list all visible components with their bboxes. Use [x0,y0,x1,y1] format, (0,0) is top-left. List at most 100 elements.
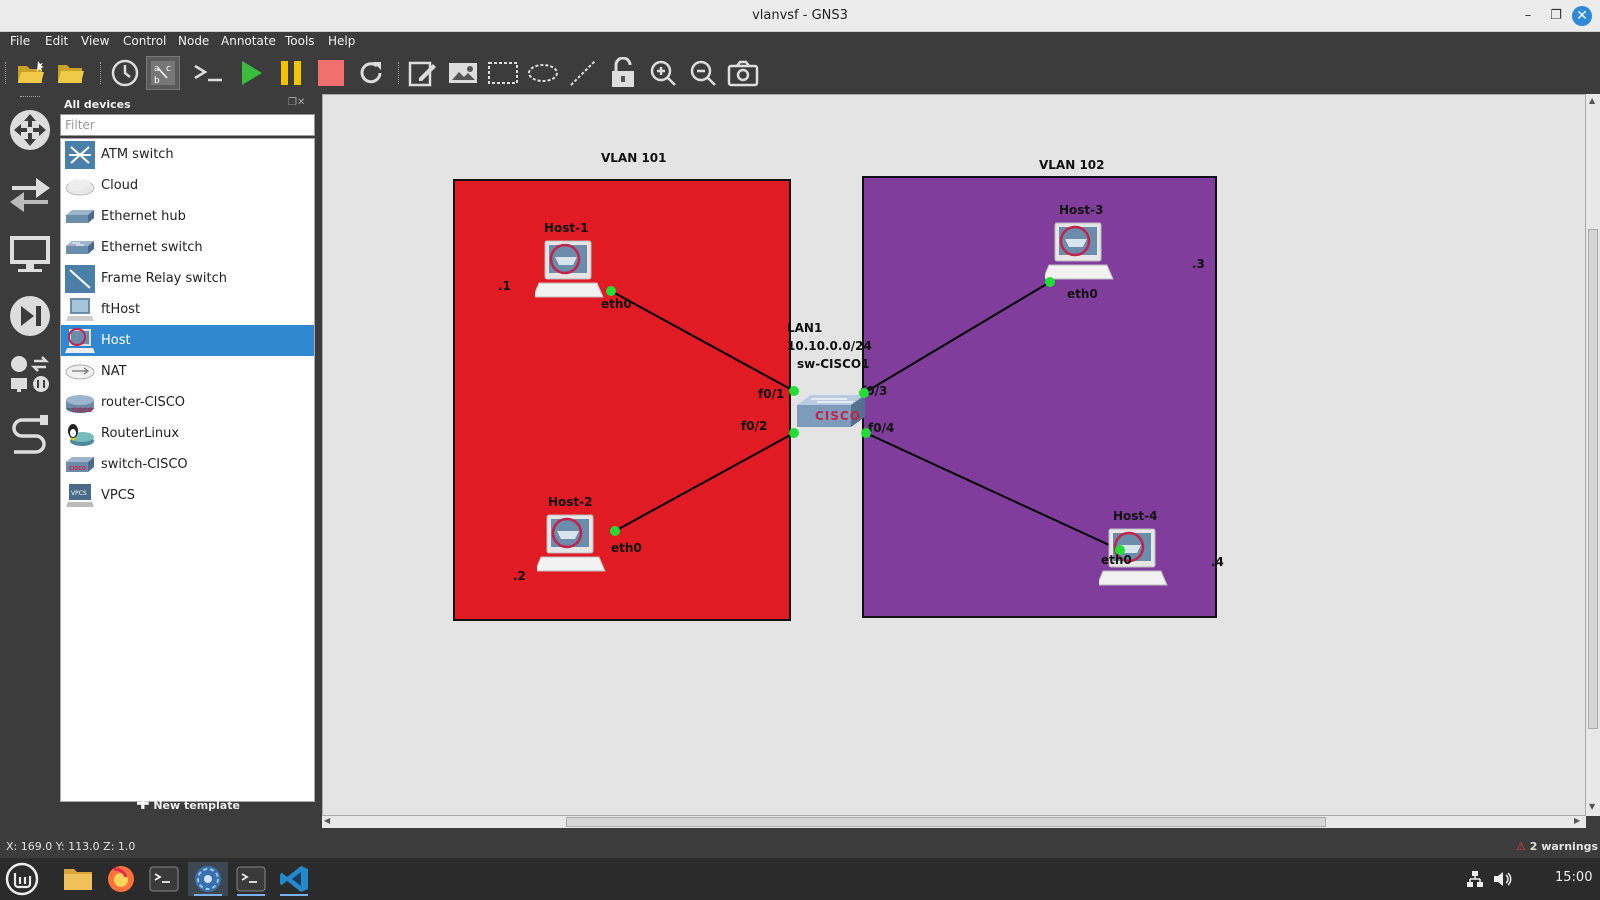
mint-menu-icon[interactable] [2,862,42,896]
link-host2[interactable] [614,432,795,532]
routers-category-icon[interactable] [6,106,54,154]
link-endpoint-indicator [859,388,869,398]
switch-node[interactable]: CISCO [793,391,867,433]
console-icon[interactable] [192,56,226,90]
device-item[interactable]: Frame Relay switch [61,263,314,294]
link-host1[interactable] [610,290,795,392]
link-endpoint-indicator [789,386,799,396]
device-item[interactable]: CISCO router-CISCO [61,387,314,418]
zoom-out-icon[interactable] [686,56,720,90]
draw-ellipse-icon[interactable] [526,56,560,90]
new-template-button[interactable]: ✚ New template [60,794,316,814]
scroll-up-icon[interactable]: ▲ [1589,96,1595,105]
stop-icon[interactable] [314,56,348,90]
firefox-icon[interactable] [101,862,141,896]
snapshot-icon[interactable] [108,56,142,90]
host2-name[interactable]: Host-2 [548,495,593,509]
warnings-indicator[interactable]: ⚠ 2 warnings [1516,840,1598,853]
start-icon[interactable] [234,56,268,90]
link-host3[interactable] [863,281,1051,394]
device-label: Ethernet switch [101,240,203,255]
menu-help[interactable]: Help [328,34,355,48]
menu-node[interactable]: Node [178,34,209,48]
terminal-icon[interactable] [231,862,271,896]
add-note-icon[interactable] [405,56,439,90]
svg-text:CISCO: CISCO [69,466,86,472]
workspace: VLAN 101 VLAN 102 CISCO LAN1 10.10.0.0/2… [322,94,1600,816]
lan-subnet-label[interactable]: 10.10.0.0/24 [787,339,872,353]
new-project-icon[interactable] [14,56,48,90]
open-project-icon[interactable] [54,56,88,90]
menu-control[interactable]: Control [123,34,166,48]
security-devices-category-icon[interactable] [6,292,54,340]
device-label: ftHost [101,302,141,317]
device-item[interactable]: CISCO switch-CISCO [61,449,314,480]
toolbar-grip[interactable] [20,96,40,99]
device-item[interactable]: Cloud [61,170,314,201]
insert-picture-icon[interactable] [446,56,480,90]
reload-icon[interactable] [354,56,388,90]
volume-icon[interactable] [1492,870,1512,892]
screenshot-icon[interactable] [726,56,760,90]
vertical-scroll-thumb[interactable] [1588,229,1598,729]
device-item[interactable]: RouterLinux [61,418,314,449]
host4-name[interactable]: Host-4 [1113,509,1158,523]
host3-ip-label[interactable]: .3 [1192,257,1205,271]
menu-annotate[interactable]: Annotate [221,34,276,48]
network-icon[interactable] [1466,870,1484,892]
filter-input[interactable] [60,114,315,136]
vpcs-icon: VPCS [63,481,97,511]
lock-icon[interactable] [606,56,640,90]
topology-canvas[interactable]: VLAN 101 VLAN 102 CISCO LAN1 10.10.0.0/2… [322,94,1586,816]
close-button[interactable]: ✕ [1572,6,1592,26]
end-devices-category-icon[interactable] [6,232,54,276]
minimize-button[interactable]: – [1518,6,1538,26]
host1-name[interactable]: Host-1 [544,221,589,235]
horizontal-scroll-thumb[interactable] [566,817,1326,827]
panel-float-close-buttons[interactable]: ❐✕ [288,97,305,108]
show-interface-labels-icon[interactable]: acb [146,56,180,90]
device-item[interactable]: ATM switch [61,139,314,170]
clock[interactable]: 15:00 [1555,870,1592,885]
link-host4[interactable] [865,432,1121,551]
host3-node[interactable] [1042,221,1117,287]
host1-node[interactable] [532,239,607,305]
host1-ip-label[interactable]: .1 [498,279,511,293]
toolbar-grip[interactable] [5,62,8,84]
host4-iface-label: eth0 [1101,553,1132,567]
device-item[interactable]: NAT [61,356,314,387]
vertical-scrollbar[interactable]: ▲ ▼ [1586,94,1600,816]
device-item[interactable]: VPCS VPCS [61,480,314,511]
scroll-down-icon[interactable]: ▼ [1589,802,1595,811]
host2-node[interactable] [534,513,609,579]
device-item[interactable]: Ethernet switch [61,232,314,263]
all-devices-category-icon[interactable] [6,354,54,394]
horizontal-scrollbar[interactable]: ◀ ▶ [322,816,1586,828]
menu-edit[interactable]: Edit [45,34,68,48]
files-icon[interactable] [58,862,98,896]
suspend-icon[interactable] [274,56,308,90]
scroll-left-icon[interactable]: ◀ [324,816,330,825]
scroll-right-icon[interactable]: ▶ [1574,816,1580,825]
maximize-button[interactable]: ❐ [1546,6,1566,26]
lan-name-label[interactable]: LAN1 [787,321,822,335]
draw-rectangle-icon[interactable] [486,56,520,90]
device-item[interactable]: Ethernet hub [61,201,314,232]
host4-ip-label[interactable]: .4 [1211,555,1224,569]
vscode-icon[interactable] [274,862,314,896]
draw-line-icon[interactable] [566,56,600,90]
zoom-in-icon[interactable] [646,56,680,90]
router-linux-icon [63,419,97,449]
menu-tools[interactable]: Tools [285,34,315,48]
host2-ip-label[interactable]: .2 [513,569,526,583]
menu-view[interactable]: View [81,34,109,48]
device-item[interactable]: ftHost [61,294,314,325]
switch-name-label[interactable]: sw-CISCO1 [797,357,869,371]
menu-file[interactable]: File [10,34,30,48]
host3-name[interactable]: Host-3 [1059,203,1104,217]
terminal-icon[interactable] [144,862,184,896]
add-link-icon[interactable] [6,412,54,460]
device-item[interactable]: Host [61,325,314,356]
gns3-icon[interactable] [188,862,228,896]
switches-category-icon[interactable] [6,170,54,214]
